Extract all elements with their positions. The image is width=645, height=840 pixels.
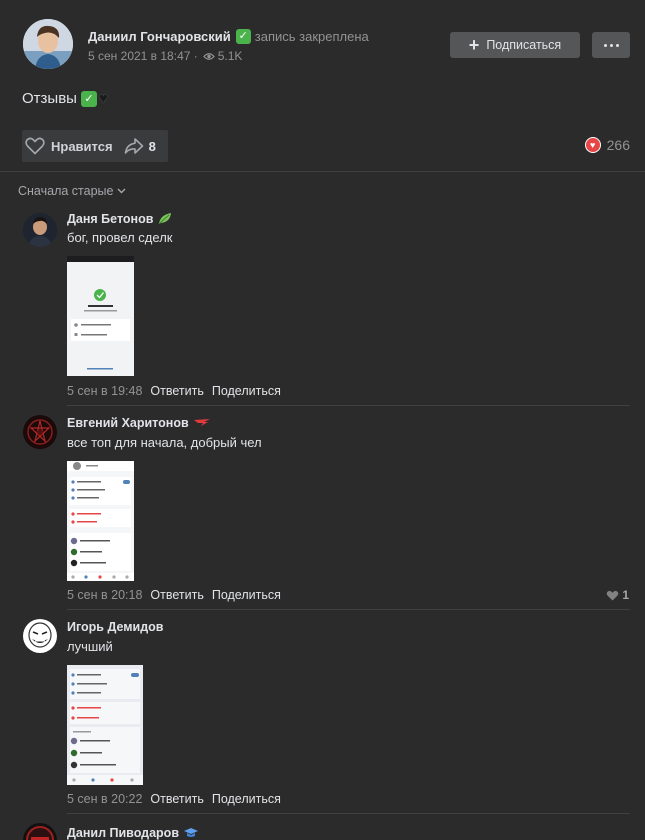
black-heart-emoji-icon: ♥ — [98, 90, 108, 107]
post-text-content: Отзывы — [22, 90, 77, 107]
commenter-name-text: Евгений Харитонов — [67, 416, 189, 430]
dot-icon — [609, 43, 613, 47]
comment-date[interactable]: 5 сен в 20:22 — [67, 792, 142, 806]
comment-image[interactable] — [67, 256, 134, 376]
comment-date[interactable]: 5 сен в 19:48 — [67, 384, 142, 398]
views-counter: 5.1K — [202, 49, 243, 63]
like-button[interactable]: Нравится — [22, 130, 113, 162]
share-count: 8 — [148, 138, 156, 154]
commenter-avatar[interactable] — [23, 415, 57, 449]
reaction-count: 266 — [606, 137, 630, 153]
share-comment-button[interactable]: Поделиться — [212, 384, 281, 398]
comment-image[interactable] — [67, 461, 134, 581]
post-header: Даниил Гончаровский ✓ запись закреплена … — [0, 0, 645, 80]
share-arrow-icon — [124, 138, 143, 154]
author-line: Даниил Гончаровский ✓ запись закреплена — [88, 29, 369, 44]
comment-like-button[interactable]: 1 — [606, 588, 629, 602]
comment-like-count: 1 — [622, 588, 629, 602]
heart-reaction-icon: ♥ — [584, 137, 601, 153]
plus-icon: + — [468, 35, 480, 55]
dot-icon — [615, 43, 619, 47]
commenter-avatar[interactable] — [23, 823, 57, 840]
commenter-name[interactable]: Игорь Демидов — [67, 620, 163, 634]
more-options-button[interactable] — [592, 32, 630, 58]
comment-divider — [67, 405, 630, 406]
like-label: Нравится — [51, 138, 113, 154]
chevron-down-icon — [117, 188, 126, 194]
author-name[interactable]: Даниил Гончаровский — [88, 29, 231, 44]
sort-label: Сначала старые — [18, 184, 114, 198]
commenter-avatar[interactable] — [23, 213, 57, 247]
check-emoji-icon: ✓ — [80, 90, 97, 107]
commenter-name[interactable]: Данил Пиводаров — [67, 826, 199, 840]
comment-footer: 5 сен в 19:48 Ответить Поделиться — [67, 384, 281, 398]
share-comment-button[interactable]: Поделиться — [212, 792, 281, 806]
post-meta: 5 сен 2021 в 18:47 · 5.1K — [88, 49, 242, 63]
views-count: 5.1K — [217, 49, 243, 63]
commenter-name-text: Даня Бетонов — [67, 212, 154, 226]
subscribe-button[interactable]: + Подписаться — [450, 32, 580, 58]
verified-check-icon: ✓ — [235, 29, 251, 44]
divider — [0, 171, 645, 172]
leaf-badge-icon — [159, 213, 172, 225]
comment-footer: 5 сен в 20:22 Ответить Поделиться — [67, 792, 281, 806]
graduation-cap-badge-icon — [184, 828, 199, 837]
comment-divider — [67, 609, 630, 610]
reply-button[interactable]: Ответить — [150, 792, 203, 806]
commenter-avatar[interactable] — [23, 619, 57, 653]
comment-image[interactable] — [67, 665, 143, 785]
commenter-name[interactable]: Евгений Харитонов — [67, 416, 211, 430]
sort-dropdown[interactable]: Сначала старые — [18, 184, 126, 198]
post-actions: Нравится 8 — [22, 130, 168, 162]
commenter-name-text: Данил Пиводаров — [67, 826, 180, 840]
dot-icon — [603, 43, 607, 47]
reply-button[interactable]: Ответить — [150, 588, 203, 602]
comment-divider — [67, 813, 630, 814]
reply-button[interactable]: Ответить — [150, 384, 203, 398]
commenter-name[interactable]: Даня Бетонов — [67, 212, 173, 226]
comment-date[interactable]: 5 сен в 20:18 — [67, 588, 142, 602]
heart-icon — [607, 590, 619, 600]
post-date[interactable]: 5 сен 2021 в 18:47 · — [88, 49, 198, 63]
comment-footer: 5 сен в 20:18 Ответить Поделиться — [67, 588, 281, 602]
comment-text: все топ для начала, добрый чел — [67, 435, 262, 450]
heart-outline-icon — [25, 137, 45, 155]
pinned-label: запись закреплена — [254, 29, 369, 44]
subscribe-label: Подписаться — [486, 38, 562, 52]
eye-icon — [202, 52, 215, 60]
share-button[interactable]: 8 — [124, 137, 156, 155]
author-avatar[interactable] — [23, 19, 73, 69]
comment-text: бог, провел сделк — [67, 230, 173, 245]
share-comment-button[interactable]: Поделиться — [212, 588, 281, 602]
commenter-name-text: Игорь Демидов — [67, 620, 164, 634]
post-text: Отзывы ✓ ♥ — [22, 90, 108, 107]
reactions[interactable]: ♥ 266 — [584, 137, 630, 153]
comment-text: лучший — [67, 639, 113, 654]
red-wing-badge-icon — [193, 419, 210, 426]
